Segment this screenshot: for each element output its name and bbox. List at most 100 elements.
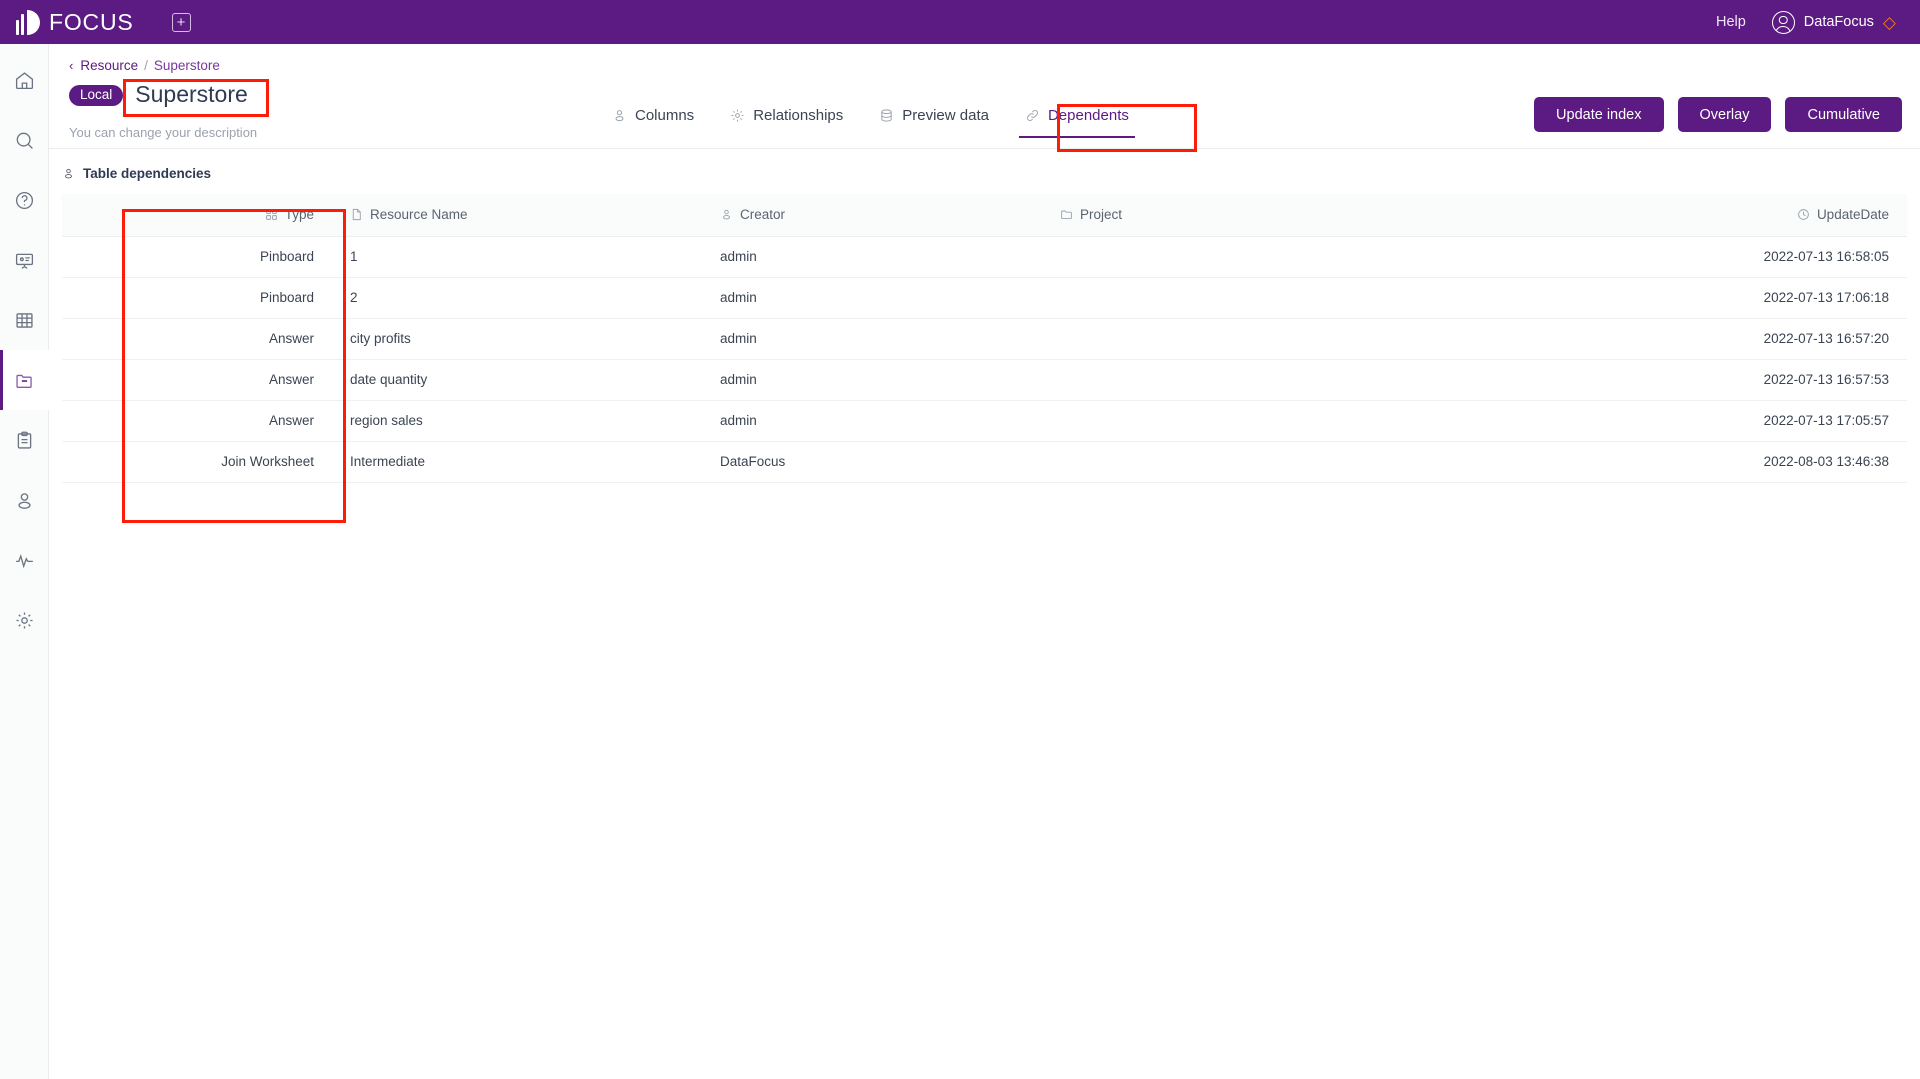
relationships-icon [730,108,745,123]
tab-divider [49,148,1920,149]
cell-date: 2022-07-13 16:58:05 [1397,236,1907,278]
tab-bar: Columns Relationships Preview data Depen… [594,97,1147,138]
tab-dependents[interactable]: Dependents [1007,97,1147,138]
columns-icon [612,108,627,123]
sidebar-item-table[interactable] [0,290,49,350]
tab-relationships[interactable]: Relationships [712,97,861,138]
cell-resource: Intermediate [332,441,702,483]
help-link[interactable]: Help [1716,14,1746,30]
cell-date: 2022-07-13 17:06:18 [1397,277,1907,319]
cell-type: Join Worksheet [62,441,332,483]
link-icon [1025,108,1040,123]
sidebar-item-help[interactable] [0,170,49,230]
cell-type: Answer [62,400,332,442]
table-row[interactable]: Answer region sales admin 2022-07-13 17:… [62,400,1907,442]
folder-icon [1060,208,1073,221]
page-title-row: Local Superstore [69,80,254,111]
column-header-resource-name[interactable]: Resource Name [332,194,702,237]
breadcrumb: ‹ Resource / Superstore [69,58,220,73]
top-navigation-bar: FOCUS + Help DataFocus ◇ [0,0,1920,44]
breadcrumb-separator: / [144,58,148,73]
cell-creator: admin [702,277,1042,319]
cell-project [1042,277,1397,319]
type-icon [265,208,278,221]
cell-date: 2022-07-13 16:57:20 [1397,318,1907,360]
user-icon [17,492,31,509]
app-logo[interactable]: FOCUS [16,9,134,36]
sidebar-item-home[interactable] [0,50,49,110]
sidebar-item-settings[interactable] [0,590,49,650]
table-header-row: Type Resource Name Creator Project Updat… [62,194,1907,237]
left-sidebar [0,44,49,1079]
sidebar-item-tasks[interactable] [0,410,49,470]
column-header-update-date-label: UpdateDate [1816,207,1889,223]
grid-table-icon [15,312,33,328]
tab-preview-data[interactable]: Preview data [861,97,1007,138]
cell-type: Pinboard [62,277,332,319]
user-menu[interactable]: DataFocus ◇ [1771,10,1896,34]
user-circle-icon [1771,10,1795,34]
cell-resource: 1 [332,236,702,278]
table-row[interactable]: Pinboard 2 admin 2022-07-13 17:06:18 [62,277,1907,319]
topbar-right-group: Help DataFocus ◇ [1716,10,1896,34]
app-root: FOCUS + Help DataFocus ◇ ‹ Resource / Su… [0,0,1920,1079]
table-row[interactable]: Answer date quantity admin 2022-07-13 16… [62,359,1907,401]
column-header-update-date[interactable]: UpdateDate [1397,194,1907,237]
question-circle-icon [15,191,33,209]
action-button-group: Update index Overlay Cumulative [1534,97,1902,132]
tab-columns-label: Columns [635,107,695,124]
column-header-type-label: Type [284,207,314,223]
cell-creator: admin [702,400,1042,442]
page-title[interactable]: Superstore [131,80,254,111]
chevron-left-icon[interactable]: ‹ [69,58,73,73]
tab-relationships-label: Relationships [753,107,844,124]
cell-type: Answer [62,318,332,360]
cell-project [1042,359,1397,401]
presentation-icon [15,253,33,269]
plus-square-icon[interactable]: + [171,12,191,32]
cell-creator: DataFocus [702,441,1042,483]
cumulative-button[interactable]: Cumulative [1785,97,1902,132]
cell-project [1042,441,1397,483]
sidebar-item-resource[interactable] [0,350,49,410]
cell-type: Answer [62,359,332,401]
sidebar-item-users[interactable] [0,470,49,530]
cell-resource: 2 [332,277,702,319]
focus-logo-icon [16,9,40,35]
cell-project [1042,400,1397,442]
column-header-project[interactable]: Project [1042,194,1397,237]
tab-preview-data-label: Preview data [902,107,989,124]
tab-columns[interactable]: Columns [594,97,712,138]
column-header-type[interactable]: Type [62,194,332,237]
table-row[interactable]: Answer city profits admin 2022-07-13 16:… [62,318,1907,360]
sidebar-item-pinboard[interactable] [0,230,49,290]
clipboard-icon [17,431,31,449]
table-row[interactable]: Pinboard 1 admin 2022-07-13 16:58:05 [62,236,1907,278]
overlay-button[interactable]: Overlay [1677,97,1772,132]
folder-minus-icon [15,374,32,388]
clock-icon [1797,208,1810,221]
table-body: Pinboard 1 admin 2022-07-13 16:58:05 Pin… [62,236,1907,483]
sidebar-item-search[interactable] [0,110,49,170]
cell-creator: admin [702,318,1042,360]
cell-resource: city profits [332,318,702,360]
user-name-label: DataFocus [1803,14,1874,30]
sidebar-item-monitor[interactable] [0,530,49,590]
home-icon [15,71,33,89]
logo-text: FOCUS [49,8,134,35]
column-header-creator[interactable]: Creator [702,194,1042,237]
cell-date: 2022-07-13 17:05:57 [1397,400,1907,442]
section-title-label: Table dependencies [83,166,212,181]
table-row[interactable]: Join Worksheet Intermediate DataFocus 20… [62,441,1907,483]
cell-project [1042,318,1397,360]
diamond-badge-icon: ◇ [1882,12,1896,32]
update-index-button[interactable]: Update index [1534,97,1664,132]
breadcrumb-parent[interactable]: Resource [80,58,138,73]
cell-creator: admin [702,236,1042,278]
file-icon [350,208,363,221]
breadcrumb-current[interactable]: Superstore [154,58,220,73]
status-badge: Local [69,85,124,106]
gear-icon [15,611,33,629]
page-description[interactable]: You can change your description [69,125,257,140]
cell-creator: admin [702,359,1042,401]
